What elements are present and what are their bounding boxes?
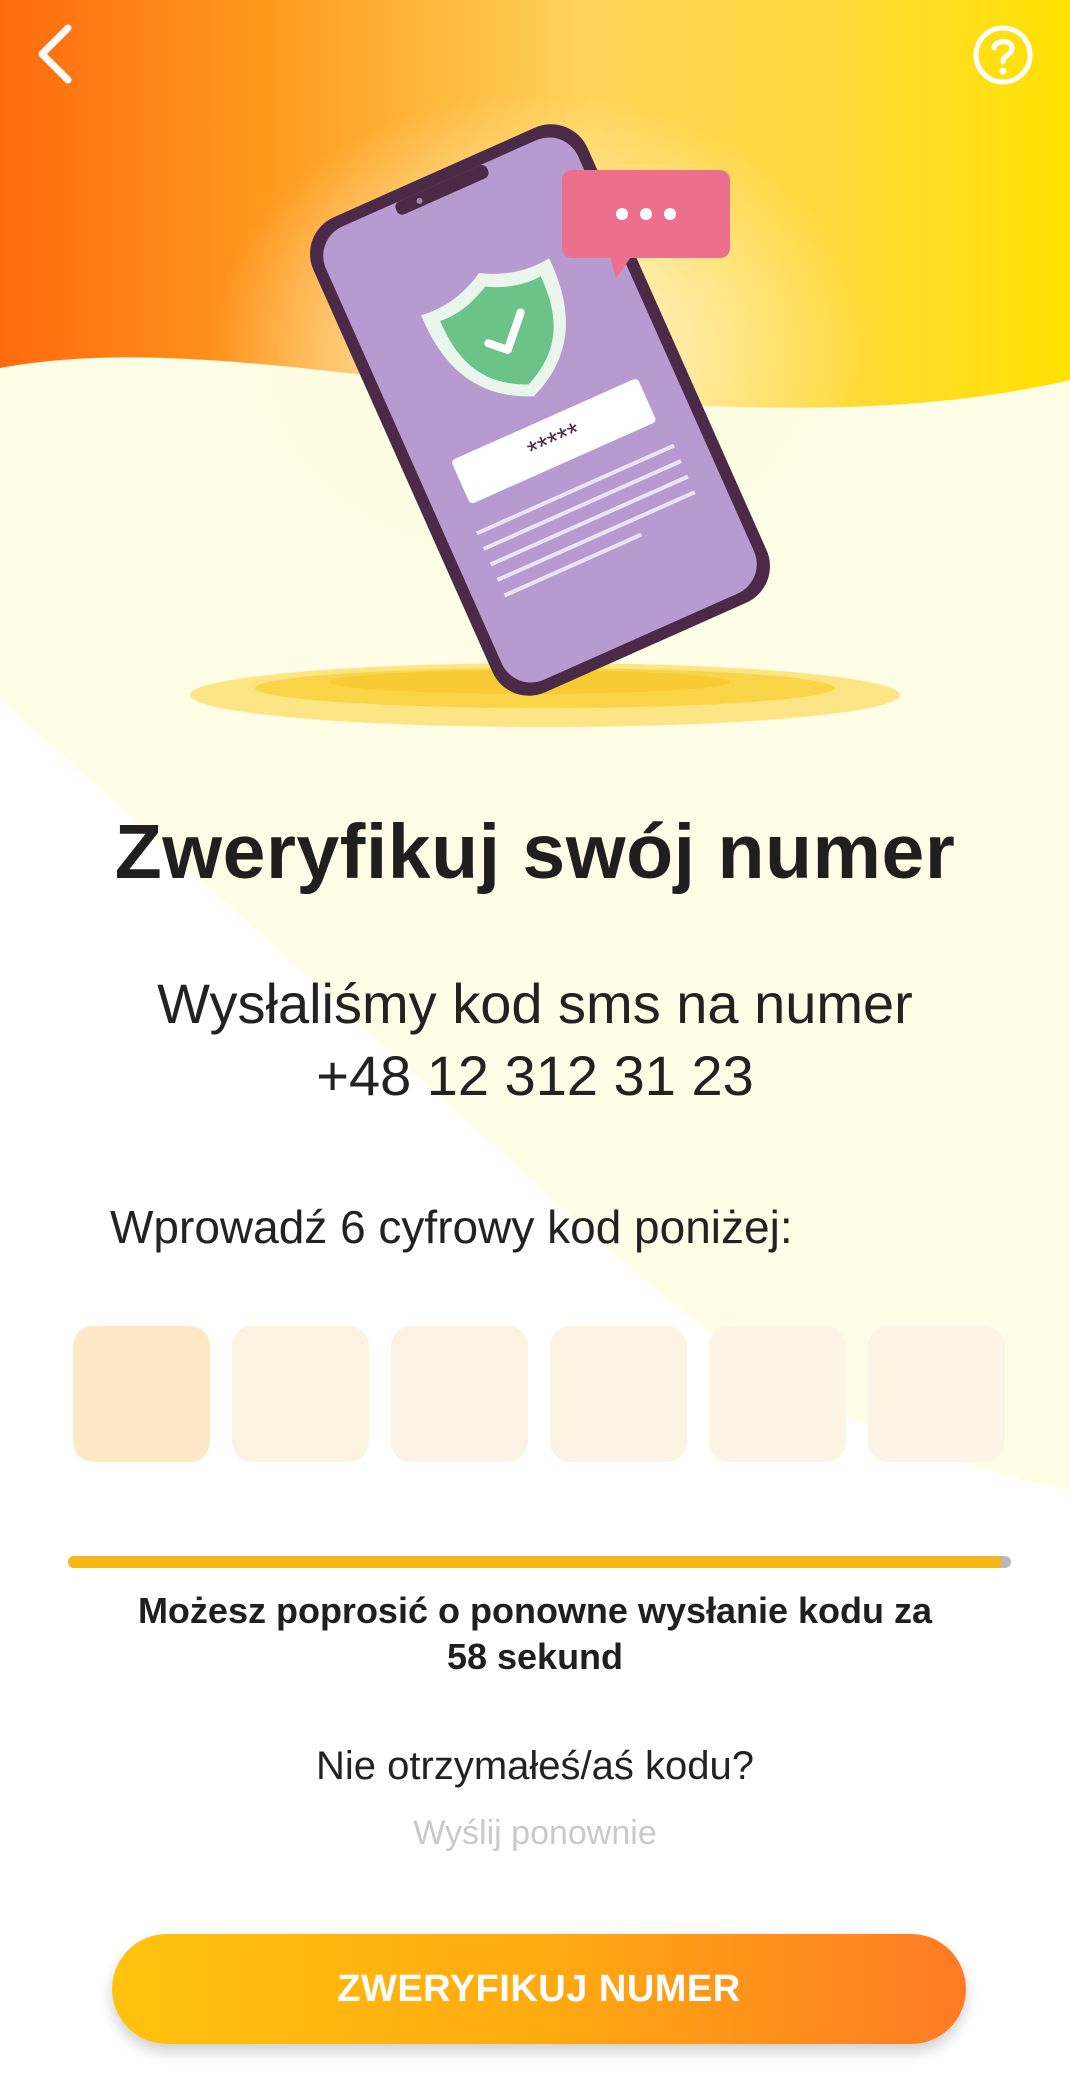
resend-code-link[interactable]: Wyślij ponownie (0, 1814, 1070, 1853)
phone-number: +48 12 312 31 23 (316, 1044, 754, 1107)
resend-countdown-line2: 58 sekund (446, 1636, 624, 1677)
code-input-label: Wprowadź 6 cyfrowy kod poniżej: (110, 1201, 793, 1253)
back-button[interactable] (28, 20, 88, 88)
phone-verification-illustration: ***** (190, 124, 900, 727)
resend-countdown-text: Możesz poprosić o ponowne wysłanie kodu … (100, 1588, 970, 1680)
help-button[interactable] (970, 22, 1036, 88)
code-digit-input-5[interactable] (709, 1326, 846, 1462)
code-input-row (73, 1326, 1005, 1462)
page-title: Zweryfikuj swój numer (114, 809, 956, 895)
verify-number-button[interactable]: ZWERYFIKUJ NUMER (112, 1934, 966, 2044)
code-digit-input-1[interactable] (73, 1326, 210, 1462)
resend-countdown-line1: Możesz poprosić o ponowne wysłanie kodu … (137, 1590, 933, 1631)
sms-sent-text: Wysłaliśmy kod sms na numer (157, 972, 913, 1035)
resend-timer-progress-fill (68, 1556, 1002, 1568)
question-circle-icon (973, 25, 1033, 85)
chevron-left-icon (38, 24, 72, 84)
verify-number-button-label: ZWERYFIKUJ NUMER (337, 1967, 741, 2010)
sms-sent-message: Wysłaliśmy kod sms na numer +48 12 312 3… (0, 968, 1070, 1112)
resend-timer-progress (68, 1556, 1011, 1568)
code-digit-input-6[interactable] (868, 1326, 1005, 1462)
code-digit-input-3[interactable] (391, 1326, 528, 1462)
no-code-question: Nie otrzymałeś/aś kodu? (316, 1744, 754, 1788)
code-digit-input-2[interactable] (232, 1326, 369, 1462)
code-digit-input-4[interactable] (550, 1326, 687, 1462)
